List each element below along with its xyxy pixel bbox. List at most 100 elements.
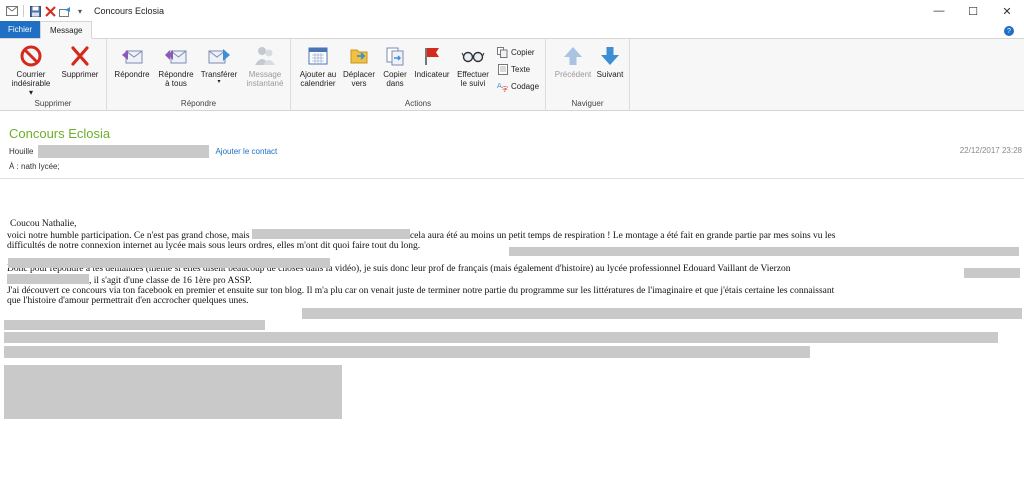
group-label-repondre: Répondre	[180, 99, 217, 108]
delete-x-icon	[68, 44, 92, 68]
redacted-sender-email	[38, 144, 210, 158]
chevron-down-icon[interactable]: ▾	[74, 5, 86, 17]
body-greeting: Coucou Nathalie,	[10, 219, 77, 229]
body-text: cela aura été au moins un petit temps de…	[409, 231, 836, 242]
copy-to-button[interactable]: Copier dans	[378, 44, 412, 88]
save-icon[interactable]	[29, 5, 41, 17]
tab-message[interactable]: Message	[40, 21, 93, 39]
junk-mail-button[interactable]: Courrier indésirable ▾	[10, 44, 52, 97]
group-label-naviguer: Naviguer	[571, 99, 604, 108]
copy-to-icon	[383, 44, 407, 68]
redacted-image	[4, 365, 342, 419]
calendar-icon	[306, 44, 330, 68]
window-controls: — ☐ ✕	[922, 0, 1024, 22]
junk-label-1: Courrier	[16, 70, 46, 79]
redacted-text	[7, 273, 89, 284]
delete-button[interactable]: Supprimer	[58, 44, 102, 79]
help-icon[interactable]: ?	[1004, 26, 1014, 36]
ribbon-tabs: Fichier Message	[0, 21, 1024, 39]
next-label: Suivant	[596, 70, 624, 79]
reply-all-icon	[164, 44, 188, 68]
text-label: Texte	[511, 65, 531, 74]
group-actions: Ajouter au calendrier Déplacer vers Copi…	[291, 39, 546, 111]
redacted-block	[964, 268, 1020, 278]
delete-icon[interactable]	[44, 5, 56, 17]
group-label-supprimer: Supprimer	[34, 99, 72, 108]
flag-button[interactable]: Indicateur	[411, 44, 453, 79]
envelope-icon[interactable]	[6, 5, 18, 17]
copy-button[interactable]: Copier	[497, 47, 535, 58]
follow-up-label-1: Effectuer	[457, 70, 489, 79]
sender-name: Houille	[9, 146, 34, 156]
instant-message-label-1: Message	[248, 70, 282, 79]
toolbar-separator	[23, 5, 24, 17]
redacted-block	[4, 320, 265, 330]
header-divider	[0, 178, 1024, 179]
follow-up-button[interactable]: Effectuer le suivi	[453, 44, 493, 88]
add-calendar-label-1: Ajouter au	[299, 70, 337, 79]
group-naviguer: Précédent Suivant Naviguer	[546, 39, 630, 111]
reply-all-label-1: Répondre	[158, 70, 194, 79]
body-text: que l'histoire d'amour permettrait d'en …	[7, 296, 249, 307]
encoding-button[interactable]: A字 Codage	[497, 81, 539, 92]
window-title: Concours Eclosia	[94, 6, 165, 16]
arrow-up-icon	[561, 44, 585, 68]
reply-icon	[120, 44, 144, 68]
body-paragraph-2-cont: , il s'agit d'une classe de 16 1ère pro …	[7, 273, 1024, 286]
move-icon[interactable]	[59, 5, 71, 17]
folder-move-icon	[347, 44, 371, 68]
flag-label: Indicateur	[414, 70, 450, 79]
add-contact-link[interactable]: Ajouter le contact	[215, 147, 277, 156]
close-button[interactable]: ✕	[990, 0, 1024, 22]
redacted-block	[509, 247, 1019, 256]
group-repondre: Répondre Répondre à tous Transférer ▾ Me…	[107, 39, 291, 111]
junk-icon	[19, 44, 43, 68]
reply-button[interactable]: Répondre	[111, 44, 153, 79]
tab-fichier[interactable]: Fichier	[0, 21, 41, 38]
message-subject: Concours Eclosia	[9, 126, 111, 141]
forward-icon	[207, 44, 231, 68]
message-date: 22/12/2017 23:28	[959, 146, 1022, 155]
forward-label-1: Transférer	[200, 70, 238, 79]
body-text: J'ai découvert ce concours via ton faceb…	[7, 286, 835, 297]
people-icon	[253, 44, 277, 68]
redacted-block	[302, 308, 1022, 319]
redacted-block	[8, 258, 330, 268]
junk-label-2: indésirable ▾	[11, 79, 51, 97]
recipient-row: À : nath lycée;	[9, 162, 60, 171]
group-label-actions: Actions	[404, 99, 432, 108]
reply-all-button[interactable]: Répondre à tous	[155, 44, 197, 88]
maximize-button[interactable]: ☐	[956, 0, 990, 22]
move-to-label-1: Déplacer	[342, 70, 375, 79]
add-calendar-button[interactable]: Ajouter au calendrier	[295, 44, 341, 88]
copy-to-label-1: Copier	[383, 70, 407, 79]
move-to-label-2: vers	[351, 79, 367, 88]
minimize-button[interactable]: —	[922, 0, 956, 22]
move-to-button[interactable]: Déplacer vers	[340, 44, 378, 88]
redacted-block	[4, 332, 998, 343]
svg-text:字: 字	[502, 86, 508, 93]
copy-label: Copier	[511, 48, 535, 57]
follow-up-label-2: le suivi	[460, 79, 486, 88]
arrow-down-icon	[598, 44, 622, 68]
forward-button[interactable]: Transférer ▾	[198, 44, 240, 85]
redacted-block	[4, 346, 810, 358]
body-paragraph-3-cont: que l'histoire d'amour permettrait d'en …	[7, 296, 1024, 306]
reply-label: Répondre	[114, 70, 150, 79]
copy-to-label-2: dans	[386, 79, 404, 88]
text-document-icon	[497, 64, 508, 75]
delete-label: Supprimer	[61, 70, 99, 79]
group-supprimer: Courrier indésirable ▾ Supprimer Supprim…	[0, 39, 107, 111]
text-button[interactable]: Texte	[497, 64, 530, 75]
instant-message-label-2: instantané	[246, 79, 284, 88]
sender-row: Houille Ajouter le contact 22/12/2017 23…	[9, 144, 1024, 158]
next-button[interactable]: Suivant	[593, 44, 627, 79]
instant-message-button[interactable]: Message instantané	[243, 44, 287, 88]
copy-icon	[497, 47, 508, 58]
encoding-icon: A字	[497, 81, 508, 92]
previous-button[interactable]: Précédent	[553, 44, 593, 79]
body-paragraph-3: J'ai découvert ce concours via ton faceb…	[7, 286, 1024, 296]
body-text: difficultés de notre connexion internet …	[7, 241, 421, 252]
encoding-label: Codage	[511, 82, 540, 91]
title-bar: ▾ Concours Eclosia — ☐ ✕	[0, 0, 1024, 22]
